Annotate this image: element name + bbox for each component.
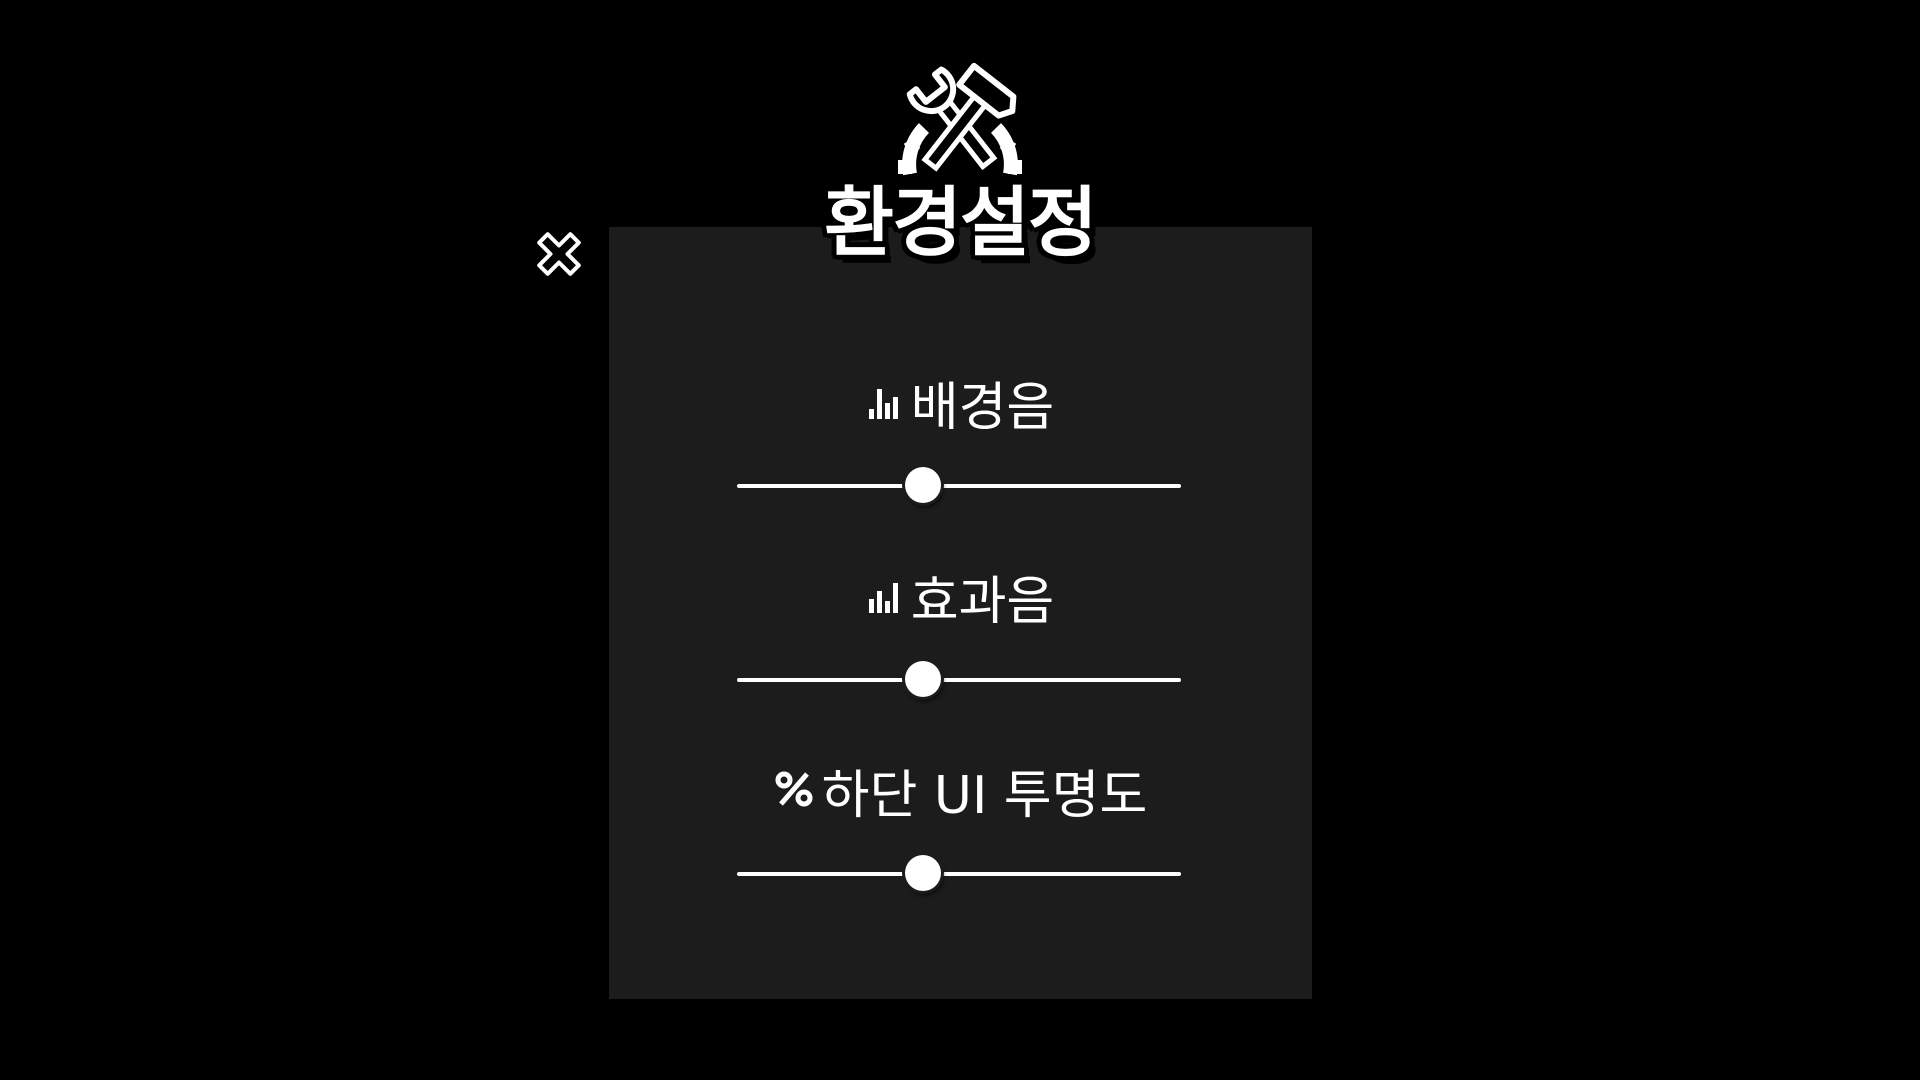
slider-handle[interactable] (905, 661, 942, 697)
sfx-label: 효과음 (910, 572, 1055, 632)
close-button[interactable] (531, 226, 587, 282)
slider-handle[interactable] (905, 467, 942, 503)
volume-bars-icon (867, 565, 903, 631)
percent-icon (774, 759, 814, 825)
settings-screen: 환경설정 배경음 효과음 하단 UI 투명도 (0, 0, 1920, 1080)
close-icon (537, 232, 581, 276)
slider-handle[interactable] (905, 855, 942, 891)
bgm-label-row: 배경음 (609, 372, 1312, 438)
slider-track (737, 484, 1181, 488)
tools-emblem (880, 56, 1040, 182)
slider-track (737, 678, 1181, 682)
ui-opacity-slider[interactable] (737, 854, 1181, 894)
slider-track (737, 872, 1181, 876)
bgm-volume-slider[interactable] (737, 466, 1181, 506)
ui-opacity-label: 하단 UI 투명도 (821, 766, 1148, 826)
ui-opacity-label-row: 하단 UI 투명도 (609, 760, 1312, 826)
sfx-label-row: 효과음 (609, 566, 1312, 632)
volume-bars-icon (867, 371, 903, 437)
bgm-label: 배경음 (910, 378, 1055, 438)
page-title: 환경설정 (824, 178, 1098, 267)
sfx-volume-slider[interactable] (737, 660, 1181, 700)
tools-icon (898, 62, 1022, 176)
